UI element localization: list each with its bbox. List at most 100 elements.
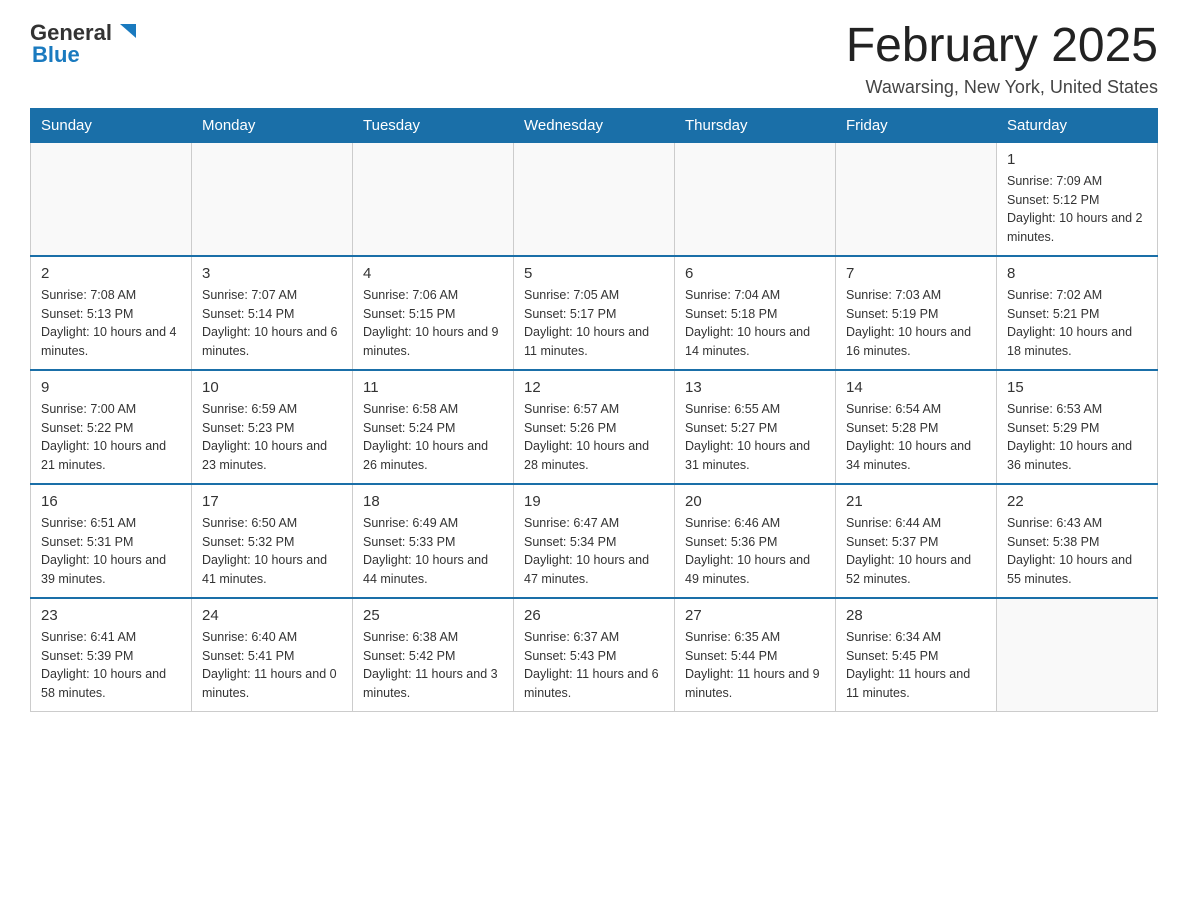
logo-arrow-icon xyxy=(114,18,142,46)
table-row: 27 Sunrise: 6:35 AMSunset: 5:44 PMDayligh… xyxy=(675,598,836,712)
day-info: Sunrise: 6:59 AMSunset: 5:23 PMDaylight:… xyxy=(202,400,342,475)
calendar-week-row: 2Sunrise: 7:08 AMSunset: 5:13 PMDaylight… xyxy=(31,256,1158,370)
day-info: Sunrise: 6:49 AMSunset: 5:33 PMDaylight:… xyxy=(363,514,503,589)
day-number: 7 xyxy=(846,265,986,282)
title-section: February 2025 Wawarsing, New York, Unite… xyxy=(846,20,1158,98)
header-monday: Monday xyxy=(192,108,353,142)
day-info: Sunrise: 6:53 AMSunset: 5:29 PMDaylight:… xyxy=(1007,400,1147,475)
table-row: 20 Sunrise: 6:46 AMSunset: 5:36 PMDayligh… xyxy=(675,484,836,598)
day-number: 27 xyxy=(685,607,825,624)
day-info: Sunrise: 6:40 AMSunset: 5:41 PMDaylight:… xyxy=(202,628,342,703)
day-info: Sunrise: 6:37 AMSunset: 5:43 PMDaylight:… xyxy=(524,628,664,703)
day-info: Sunrise: 7:09 AMSunset: 5:12 PMDaylight:… xyxy=(1007,172,1147,247)
day-info: Sunrise: 6:46 AMSunset: 5:36 PMDaylight:… xyxy=(685,514,825,589)
weekday-header-row: Sunday Monday Tuesday Wednesday Thursday… xyxy=(31,108,1158,142)
table-row: 21 Sunrise: 6:44 AMSunset: 5:37 PMDayligh… xyxy=(836,484,997,598)
table-row: 10 Sunrise: 6:59 AMSunset: 5:23 PMDayligh… xyxy=(192,370,353,484)
day-number: 25 xyxy=(363,607,503,624)
day-info: Sunrise: 7:04 AMSunset: 5:18 PMDaylight:… xyxy=(685,286,825,361)
table-row: 5Sunrise: 7:05 AMSunset: 5:17 PMDaylight… xyxy=(514,256,675,370)
day-info: Sunrise: 6:57 AMSunset: 5:26 PMDaylight:… xyxy=(524,400,664,475)
day-number: 11 xyxy=(363,379,503,396)
day-info: Sunrise: 6:34 AMSunset: 5:45 PMDaylight:… xyxy=(846,628,986,703)
day-number: 22 xyxy=(1007,493,1147,510)
day-number: 24 xyxy=(202,607,342,624)
calendar-week-row: 23 Sunrise: 6:41 AMSunset: 5:39 PMDayligh… xyxy=(31,598,1158,712)
table-row: 22 Sunrise: 6:43 AMSunset: 5:38 PMDayligh… xyxy=(997,484,1158,598)
table-row: 16Sunrise: 6:51 AMSunset: 5:31 PMDayligh… xyxy=(31,484,192,598)
day-number: 15 xyxy=(1007,379,1147,396)
day-number: 2 xyxy=(41,265,181,282)
day-number: 1 xyxy=(1007,151,1147,168)
day-number: 3 xyxy=(202,265,342,282)
day-info: Sunrise: 6:50 AMSunset: 5:32 PMDaylight:… xyxy=(202,514,342,589)
table-row xyxy=(836,142,997,256)
day-number: 16 xyxy=(41,493,181,510)
day-info: Sunrise: 7:05 AMSunset: 5:17 PMDaylight:… xyxy=(524,286,664,361)
day-number: 12 xyxy=(524,379,664,396)
day-info: Sunrise: 7:00 AMSunset: 5:22 PMDaylight:… xyxy=(41,400,181,475)
header-tuesday: Tuesday xyxy=(353,108,514,142)
header-sunday: Sunday xyxy=(31,108,192,142)
calendar-week-row: 16Sunrise: 6:51 AMSunset: 5:31 PMDayligh… xyxy=(31,484,1158,598)
table-row: 13 Sunrise: 6:55 AMSunset: 5:27 PMDayligh… xyxy=(675,370,836,484)
day-info: Sunrise: 6:43 AMSunset: 5:38 PMDaylight:… xyxy=(1007,514,1147,589)
day-number: 28 xyxy=(846,607,986,624)
table-row: 2Sunrise: 7:08 AMSunset: 5:13 PMDaylight… xyxy=(31,256,192,370)
logo: General Blue xyxy=(30,20,142,68)
calendar-week-row: 9 Sunrise: 7:00 AMSunset: 5:22 PMDaylight… xyxy=(31,370,1158,484)
table-row: 1 Sunrise: 7:09 AMSunset: 5:12 PMDaylight… xyxy=(997,142,1158,256)
table-row: 7 Sunrise: 7:03 AMSunset: 5:19 PMDaylight… xyxy=(836,256,997,370)
day-number: 4 xyxy=(363,265,503,282)
table-row: 25 Sunrise: 6:38 AMSunset: 5:42 PMDayligh… xyxy=(353,598,514,712)
table-row: 14 Sunrise: 6:54 AMSunset: 5:28 PMDayligh… xyxy=(836,370,997,484)
day-number: 8 xyxy=(1007,265,1147,282)
day-info: Sunrise: 6:58 AMSunset: 5:24 PMDaylight:… xyxy=(363,400,503,475)
day-info: Sunrise: 6:54 AMSunset: 5:28 PMDaylight:… xyxy=(846,400,986,475)
header-friday: Friday xyxy=(836,108,997,142)
table-row: 28 Sunrise: 6:34 AMSunset: 5:45 PMDayligh… xyxy=(836,598,997,712)
table-row: 4Sunrise: 7:06 AMSunset: 5:15 PMDaylight… xyxy=(353,256,514,370)
table-row: 24 Sunrise: 6:40 AMSunset: 5:41 PMDayligh… xyxy=(192,598,353,712)
table-row xyxy=(31,142,192,256)
day-info: Sunrise: 6:38 AMSunset: 5:42 PMDaylight:… xyxy=(363,628,503,703)
table-row: 18Sunrise: 6:49 AMSunset: 5:33 PMDayligh… xyxy=(353,484,514,598)
day-number: 13 xyxy=(685,379,825,396)
day-info: Sunrise: 7:07 AMSunset: 5:14 PMDaylight:… xyxy=(202,286,342,361)
day-number: 19 xyxy=(524,493,664,510)
day-info: Sunrise: 6:55 AMSunset: 5:27 PMDaylight:… xyxy=(685,400,825,475)
table-row: 6Sunrise: 7:04 AMSunset: 5:18 PMDaylight… xyxy=(675,256,836,370)
table-row: 19 Sunrise: 6:47 AMSunset: 5:34 PMDayligh… xyxy=(514,484,675,598)
day-number: 23 xyxy=(41,607,181,624)
day-number: 10 xyxy=(202,379,342,396)
day-number: 20 xyxy=(685,493,825,510)
day-info: Sunrise: 7:03 AMSunset: 5:19 PMDaylight:… xyxy=(846,286,986,361)
calendar-table: Sunday Monday Tuesday Wednesday Thursday… xyxy=(30,108,1158,712)
header-saturday: Saturday xyxy=(997,108,1158,142)
calendar-title: February 2025 xyxy=(846,20,1158,73)
page-header: General Blue February 2025 Wawarsing, Ne… xyxy=(30,20,1158,98)
table-row xyxy=(514,142,675,256)
day-info: Sunrise: 6:41 AMSunset: 5:39 PMDaylight:… xyxy=(41,628,181,703)
header-thursday: Thursday xyxy=(675,108,836,142)
header-wednesday: Wednesday xyxy=(514,108,675,142)
day-info: Sunrise: 6:35 AMSunset: 5:44 PMDaylight:… xyxy=(685,628,825,703)
day-number: 21 xyxy=(846,493,986,510)
table-row: 15 Sunrise: 6:53 AMSunset: 5:29 PMDayligh… xyxy=(997,370,1158,484)
day-number: 9 xyxy=(41,379,181,396)
day-number: 14 xyxy=(846,379,986,396)
table-row xyxy=(353,142,514,256)
day-number: 26 xyxy=(524,607,664,624)
day-info: Sunrise: 7:02 AMSunset: 5:21 PMDaylight:… xyxy=(1007,286,1147,361)
calendar-subtitle: Wawarsing, New York, United States xyxy=(846,77,1158,98)
calendar-week-row: 1 Sunrise: 7:09 AMSunset: 5:12 PMDaylight… xyxy=(31,142,1158,256)
day-info: Sunrise: 6:44 AMSunset: 5:37 PMDaylight:… xyxy=(846,514,986,589)
day-number: 17 xyxy=(202,493,342,510)
table-row: 3 Sunrise: 7:07 AMSunset: 5:14 PMDaylight… xyxy=(192,256,353,370)
table-row: 23 Sunrise: 6:41 AMSunset: 5:39 PMDayligh… xyxy=(31,598,192,712)
logo-blue-text: Blue xyxy=(32,42,80,68)
table-row xyxy=(997,598,1158,712)
table-row: 26 Sunrise: 6:37 AMSunset: 5:43 PMDayligh… xyxy=(514,598,675,712)
table-row: 11 Sunrise: 6:58 AMSunset: 5:24 PMDayligh… xyxy=(353,370,514,484)
day-info: Sunrise: 6:47 AMSunset: 5:34 PMDaylight:… xyxy=(524,514,664,589)
